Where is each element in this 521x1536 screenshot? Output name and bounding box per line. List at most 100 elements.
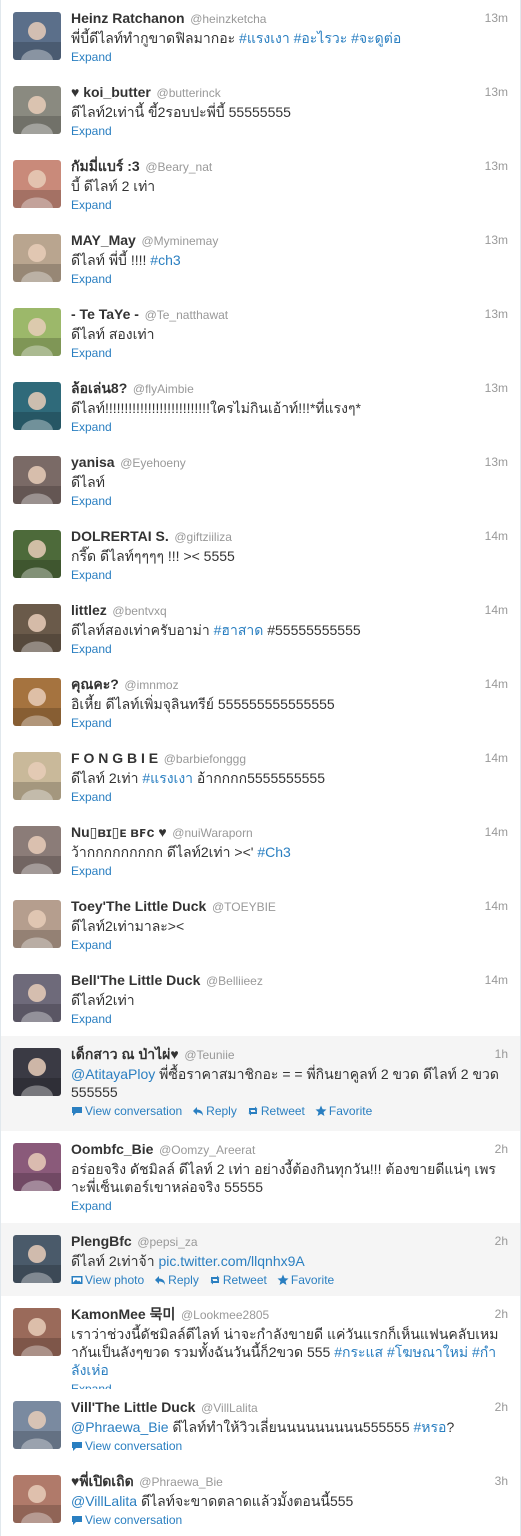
expand-link[interactable]: Expand <box>71 272 112 286</box>
favorite-button[interactable]: Favorite <box>277 1272 334 1288</box>
user-handle[interactable]: @Lookmee2805 <box>181 1308 269 1322</box>
tweet-link[interactable]: #โฆษณาใหม่ <box>387 1344 468 1360</box>
user-fullname[interactable]: Nu▯ʙɪ▯ᴇ ʙꜰc ♥ <box>71 824 167 840</box>
user-handle[interactable]: @Eyehoeny <box>120 456 186 470</box>
tweet-timestamp[interactable]: 2h <box>495 1140 508 1158</box>
user-handle[interactable]: @TOEYBIE <box>212 900 276 914</box>
tweet-timestamp[interactable]: 14m <box>485 897 508 915</box>
user-handle[interactable]: @heinzketcha <box>190 12 266 26</box>
tweet-item[interactable]: ♥ koi_butter @butterinck 13m ดีไลท์2เท่านี… <box>1 74 520 149</box>
user-handle[interactable]: @Myminemay <box>141 234 218 248</box>
expand-link[interactable]: Expand <box>71 1199 112 1213</box>
tweet-timestamp[interactable]: 2h <box>495 1398 508 1416</box>
favorite-button[interactable]: Favorite <box>315 1103 372 1119</box>
avatar[interactable] <box>13 1048 61 1096</box>
user-fullname[interactable]: Vill'The Little Duck <box>71 1399 195 1415</box>
user-handle[interactable]: @flyAimbie <box>133 382 194 396</box>
tweet-link[interactable]: @Phraewa_Bie <box>71 1419 169 1435</box>
avatar[interactable] <box>13 1235 61 1283</box>
user-fullname[interactable]: PlengBfc <box>71 1233 132 1249</box>
tweet-timestamp[interactable]: 14m <box>485 675 508 693</box>
avatar[interactable] <box>13 382 61 430</box>
tweet-link[interactable]: #แรงเงา <box>142 770 193 786</box>
tweet-timestamp[interactable]: 13m <box>485 305 508 323</box>
tweet-timestamp[interactable]: 14m <box>485 823 508 841</box>
user-fullname[interactable]: Toey'The Little Duck <box>71 898 206 914</box>
user-fullname[interactable]: MAY_May <box>71 232 136 248</box>
tweet-item[interactable]: - Te TaYe - @Te_natthawat 13m ดีไลท์ สองเท… <box>1 296 520 371</box>
avatar[interactable] <box>13 1308 61 1356</box>
tweet-item[interactable]: Nu▯ʙɪ▯ᴇ ʙꜰc ♥ @nuiWaraporn 14m ว้ากกกกกกกก… <box>1 814 520 889</box>
tweet-item[interactable]: MAY_May @Myminemay 13m ดีไลท์ พี่บี้ !!!! … <box>1 222 520 297</box>
tweet-item[interactable]: ล้อเล่น8? @flyAimbie 13m ดีไลท์!!!!!!!!!!!… <box>1 370 520 445</box>
user-fullname[interactable]: ♥ koi_butter <box>71 84 151 100</box>
user-handle[interactable]: @VillLalita <box>201 1401 258 1415</box>
user-handle[interactable]: @Oomzy_Areerat <box>159 1143 255 1157</box>
user-handle[interactable]: @barbiefonggg <box>164 752 246 766</box>
tweet-item[interactable]: Oombfc_Bie @Oomzy_Areerat 2h อร่อยจริง ดัช… <box>1 1131 520 1224</box>
tweet-timestamp[interactable]: 14m <box>485 749 508 767</box>
avatar[interactable] <box>13 1401 61 1449</box>
retweet-button[interactable]: Retweet <box>247 1103 305 1119</box>
tweet-item[interactable]: ♥พี่เปิดเถิด @Phraewa_Bie 3h @VillLalita ด… <box>1 1463 520 1536</box>
tweet-timestamp[interactable]: 13m <box>485 453 508 471</box>
user-fullname[interactable]: KamonMee 묵미 <box>71 1306 175 1322</box>
avatar[interactable] <box>13 1143 61 1191</box>
user-fullname[interactable]: ♥พี่เปิดเถิด <box>71 1473 134 1489</box>
tweet-item[interactable]: yanisa @Eyehoeny 13m ดีไลท์ Expand <box>1 444 520 519</box>
tweet-link[interactable]: #Ch3 <box>257 844 290 860</box>
tweet-item[interactable]: Vill'The Little Duck @VillLalita 2h @Phrae… <box>1 1389 520 1464</box>
tweet-item[interactable]: Bell'The Little Duck @Belliieez 14m ดีไลท์… <box>1 962 520 1037</box>
user-fullname[interactable]: F O N G B I E <box>71 750 158 766</box>
expand-link[interactable]: Expand <box>71 494 112 508</box>
user-handle[interactable]: @Phraewa_Bie <box>139 1475 223 1489</box>
tweet-timestamp[interactable]: 14m <box>485 971 508 989</box>
user-fullname[interactable]: กัมมี่แบร์ :3 <box>71 158 140 174</box>
retweet-button[interactable]: Retweet <box>209 1272 267 1288</box>
tweet-item[interactable]: Heinz Ratchanon @heinzketcha 13m พี่บี้ดีไ… <box>1 0 520 75</box>
tweet-link[interactable]: #อะไรวะ <box>294 30 348 46</box>
tweet-timestamp[interactable]: 2h <box>495 1232 508 1250</box>
user-fullname[interactable]: Bell'The Little Duck <box>71 972 200 988</box>
tweet-item[interactable]: คุณคะ? @imnmoz 14m อิเหี้ย ดีไลท์เพิ่มจุลิ… <box>1 666 520 741</box>
avatar[interactable] <box>13 530 61 578</box>
user-handle[interactable]: @giftziiliza <box>174 530 232 544</box>
tweet-link[interactable]: #แรงเงา <box>239 30 290 46</box>
avatar[interactable] <box>13 826 61 874</box>
user-handle[interactable]: @Teuniie <box>184 1048 234 1062</box>
tweet-item[interactable]: เด็กสาว ณ ป่าไผ่♥ @Teuniie 1h @AtitayaPloy… <box>1 1036 520 1132</box>
user-handle[interactable]: @Beary_nat <box>145 160 212 174</box>
tweet-timestamp[interactable]: 13m <box>485 157 508 175</box>
avatar[interactable] <box>13 234 61 282</box>
expand-link[interactable]: Expand <box>71 642 112 656</box>
avatar[interactable] <box>13 12 61 60</box>
user-fullname[interactable]: yanisa <box>71 454 115 470</box>
expand-link[interactable]: Expand <box>71 346 112 360</box>
tweet-link[interactable]: @VillLalita <box>71 1493 137 1509</box>
user-fullname[interactable]: เด็กสาว ณ ป่าไผ่♥ <box>71 1046 179 1062</box>
tweet-item[interactable]: KamonMee 묵미 @Lookmee2805 2h เราว่าช่วงนี้ด… <box>1 1296 520 1396</box>
user-fullname[interactable]: DOLRERTAI S. <box>71 528 169 544</box>
tweet-link[interactable]: @AtitayaPloy <box>71 1066 155 1082</box>
user-handle[interactable]: @pepsi_za <box>137 1235 197 1249</box>
tweet-item[interactable]: Toey'The Little Duck @TOEYBIE 14m ดีไลท์2เ… <box>1 888 520 963</box>
user-fullname[interactable]: ล้อเล่น8? <box>71 380 127 396</box>
expand-link[interactable]: Expand <box>71 864 112 878</box>
user-handle[interactable]: @imnmoz <box>124 678 178 692</box>
view-conversation-link[interactable]: View conversation <box>71 1438 182 1454</box>
expand-link[interactable]: Expand <box>71 1012 112 1026</box>
avatar[interactable] <box>13 308 61 356</box>
tweet-timestamp[interactable]: 2h <box>495 1305 508 1323</box>
avatar[interactable] <box>13 86 61 134</box>
user-fullname[interactable]: littlez <box>71 602 107 618</box>
reply-button[interactable]: Reply <box>154 1272 199 1288</box>
expand-link[interactable]: Expand <box>71 50 112 64</box>
tweet-link[interactable]: pic.twitter.com/llqnhx9A <box>158 1253 304 1269</box>
tweet-link[interactable]: #ฮาสาด <box>214 622 264 638</box>
avatar[interactable] <box>13 1475 61 1523</box>
avatar[interactable] <box>13 974 61 1022</box>
user-handle[interactable]: @Te_natthawat <box>145 308 229 322</box>
tweet-item[interactable]: DOLRERTAI S. @giftziiliza 14m กรี๊ด ดีไลท์… <box>1 518 520 593</box>
expand-link[interactable]: Expand <box>71 568 112 582</box>
tweet-item[interactable]: littlez @bentvxq 14m ดีไลท์สองเท่าครับอาม่… <box>1 592 520 667</box>
